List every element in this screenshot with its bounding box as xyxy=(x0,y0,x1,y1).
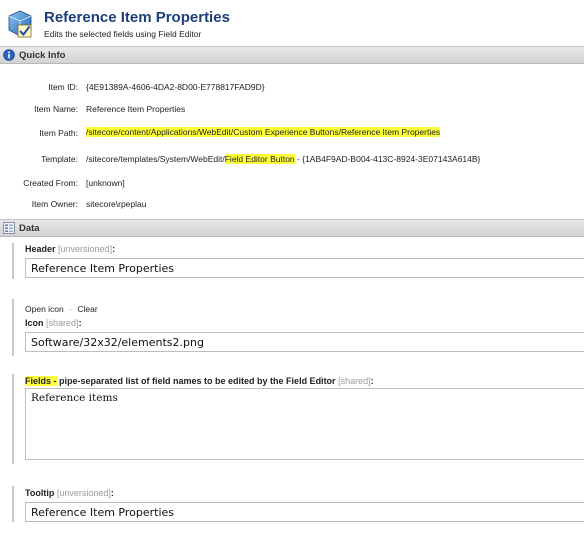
section-data[interactable]: Data xyxy=(0,219,584,237)
item-path-value: /sitecore/content/Applications/WebEdit/C… xyxy=(86,125,441,139)
item-path-text: /sitecore/content/Applications/WebEdit/C… xyxy=(86,127,441,137)
header-input[interactable]: Reference Item Properties xyxy=(25,258,584,278)
template-value: /sitecore/templates/System/WebEdit/Field… xyxy=(86,154,480,164)
item-owner-label: Item Owner: xyxy=(31,199,78,209)
template-id: - {1AB4F9AD-B004-413C-8924-3E07143A614B} xyxy=(294,154,481,164)
item-path-label: Item Path: xyxy=(39,128,78,138)
section-quick-info[interactable]: Quick Info xyxy=(0,46,584,64)
section-title: Quick Info xyxy=(19,50,66,61)
field-description: pipe-separated list of field names to be… xyxy=(56,376,336,386)
created-from-label: Created From: xyxy=(23,178,78,188)
open-icon-link[interactable]: Open icon xyxy=(25,304,64,314)
field-name: Icon xyxy=(25,318,44,328)
item-owner-value: sitecore\rpeplau xyxy=(86,199,147,209)
field-rule xyxy=(12,243,14,279)
field-name: Tooltip xyxy=(25,488,55,498)
action-separator: · xyxy=(69,304,72,314)
field-colon: : xyxy=(78,318,82,328)
item-id-value: {4E91389A-4606-4DA2-8D00-E778817FAD9D} xyxy=(86,82,265,92)
item-name-label: Item Name: xyxy=(34,104,78,114)
editor-header: Reference Item Properties Edits the sele… xyxy=(0,0,584,46)
clear-link[interactable]: Clear xyxy=(77,304,97,314)
field-scope: [unversioned] xyxy=(58,244,113,254)
template-path: /sitecore/templates/System/WebEdit/ xyxy=(86,154,225,164)
field-rule xyxy=(12,299,14,356)
field-colon: : xyxy=(110,488,114,498)
field-editor-button-icon xyxy=(8,10,32,38)
page-subtitle: Edits the selected fields using Field Ed… xyxy=(44,29,202,39)
template-name: Field Editor Button xyxy=(224,154,295,164)
page-title: Reference Item Properties xyxy=(44,9,230,26)
field-scope: [shared] xyxy=(338,376,371,386)
created-from-value: [unknown] xyxy=(86,178,125,188)
field-scope: [shared] xyxy=(46,318,79,328)
icon-input[interactable]: Software/32x32/elements2.png xyxy=(25,332,584,352)
fields-textarea[interactable]: Reference items xyxy=(25,388,584,460)
data-section-icon xyxy=(3,222,15,234)
info-icon xyxy=(3,49,15,61)
field-rule xyxy=(12,374,14,464)
item-id-label: Item ID: xyxy=(48,82,78,92)
field-colon: : xyxy=(112,244,116,254)
tooltip-field-label: Tooltip [unversioned]: xyxy=(25,488,114,498)
field-colon: : xyxy=(370,376,374,386)
field-scope: [unversioned] xyxy=(56,488,111,498)
icon-actions: Open icon · Clear xyxy=(25,304,98,314)
item-name-value: Reference Item Properties xyxy=(86,104,186,114)
tooltip-input[interactable]: Reference Item Properties xyxy=(25,502,584,522)
icon-field-label: Icon [shared]: xyxy=(25,318,82,328)
header-field-label: Header [unversioned]: xyxy=(25,244,115,254)
section-title: Data xyxy=(19,223,40,234)
fields-field-label: Fields - pipe-separated list of field na… xyxy=(25,376,374,386)
field-name: Fields - xyxy=(25,376,57,386)
field-name: Header xyxy=(25,244,56,254)
template-label: Template: xyxy=(41,154,78,164)
field-rule xyxy=(12,486,14,522)
